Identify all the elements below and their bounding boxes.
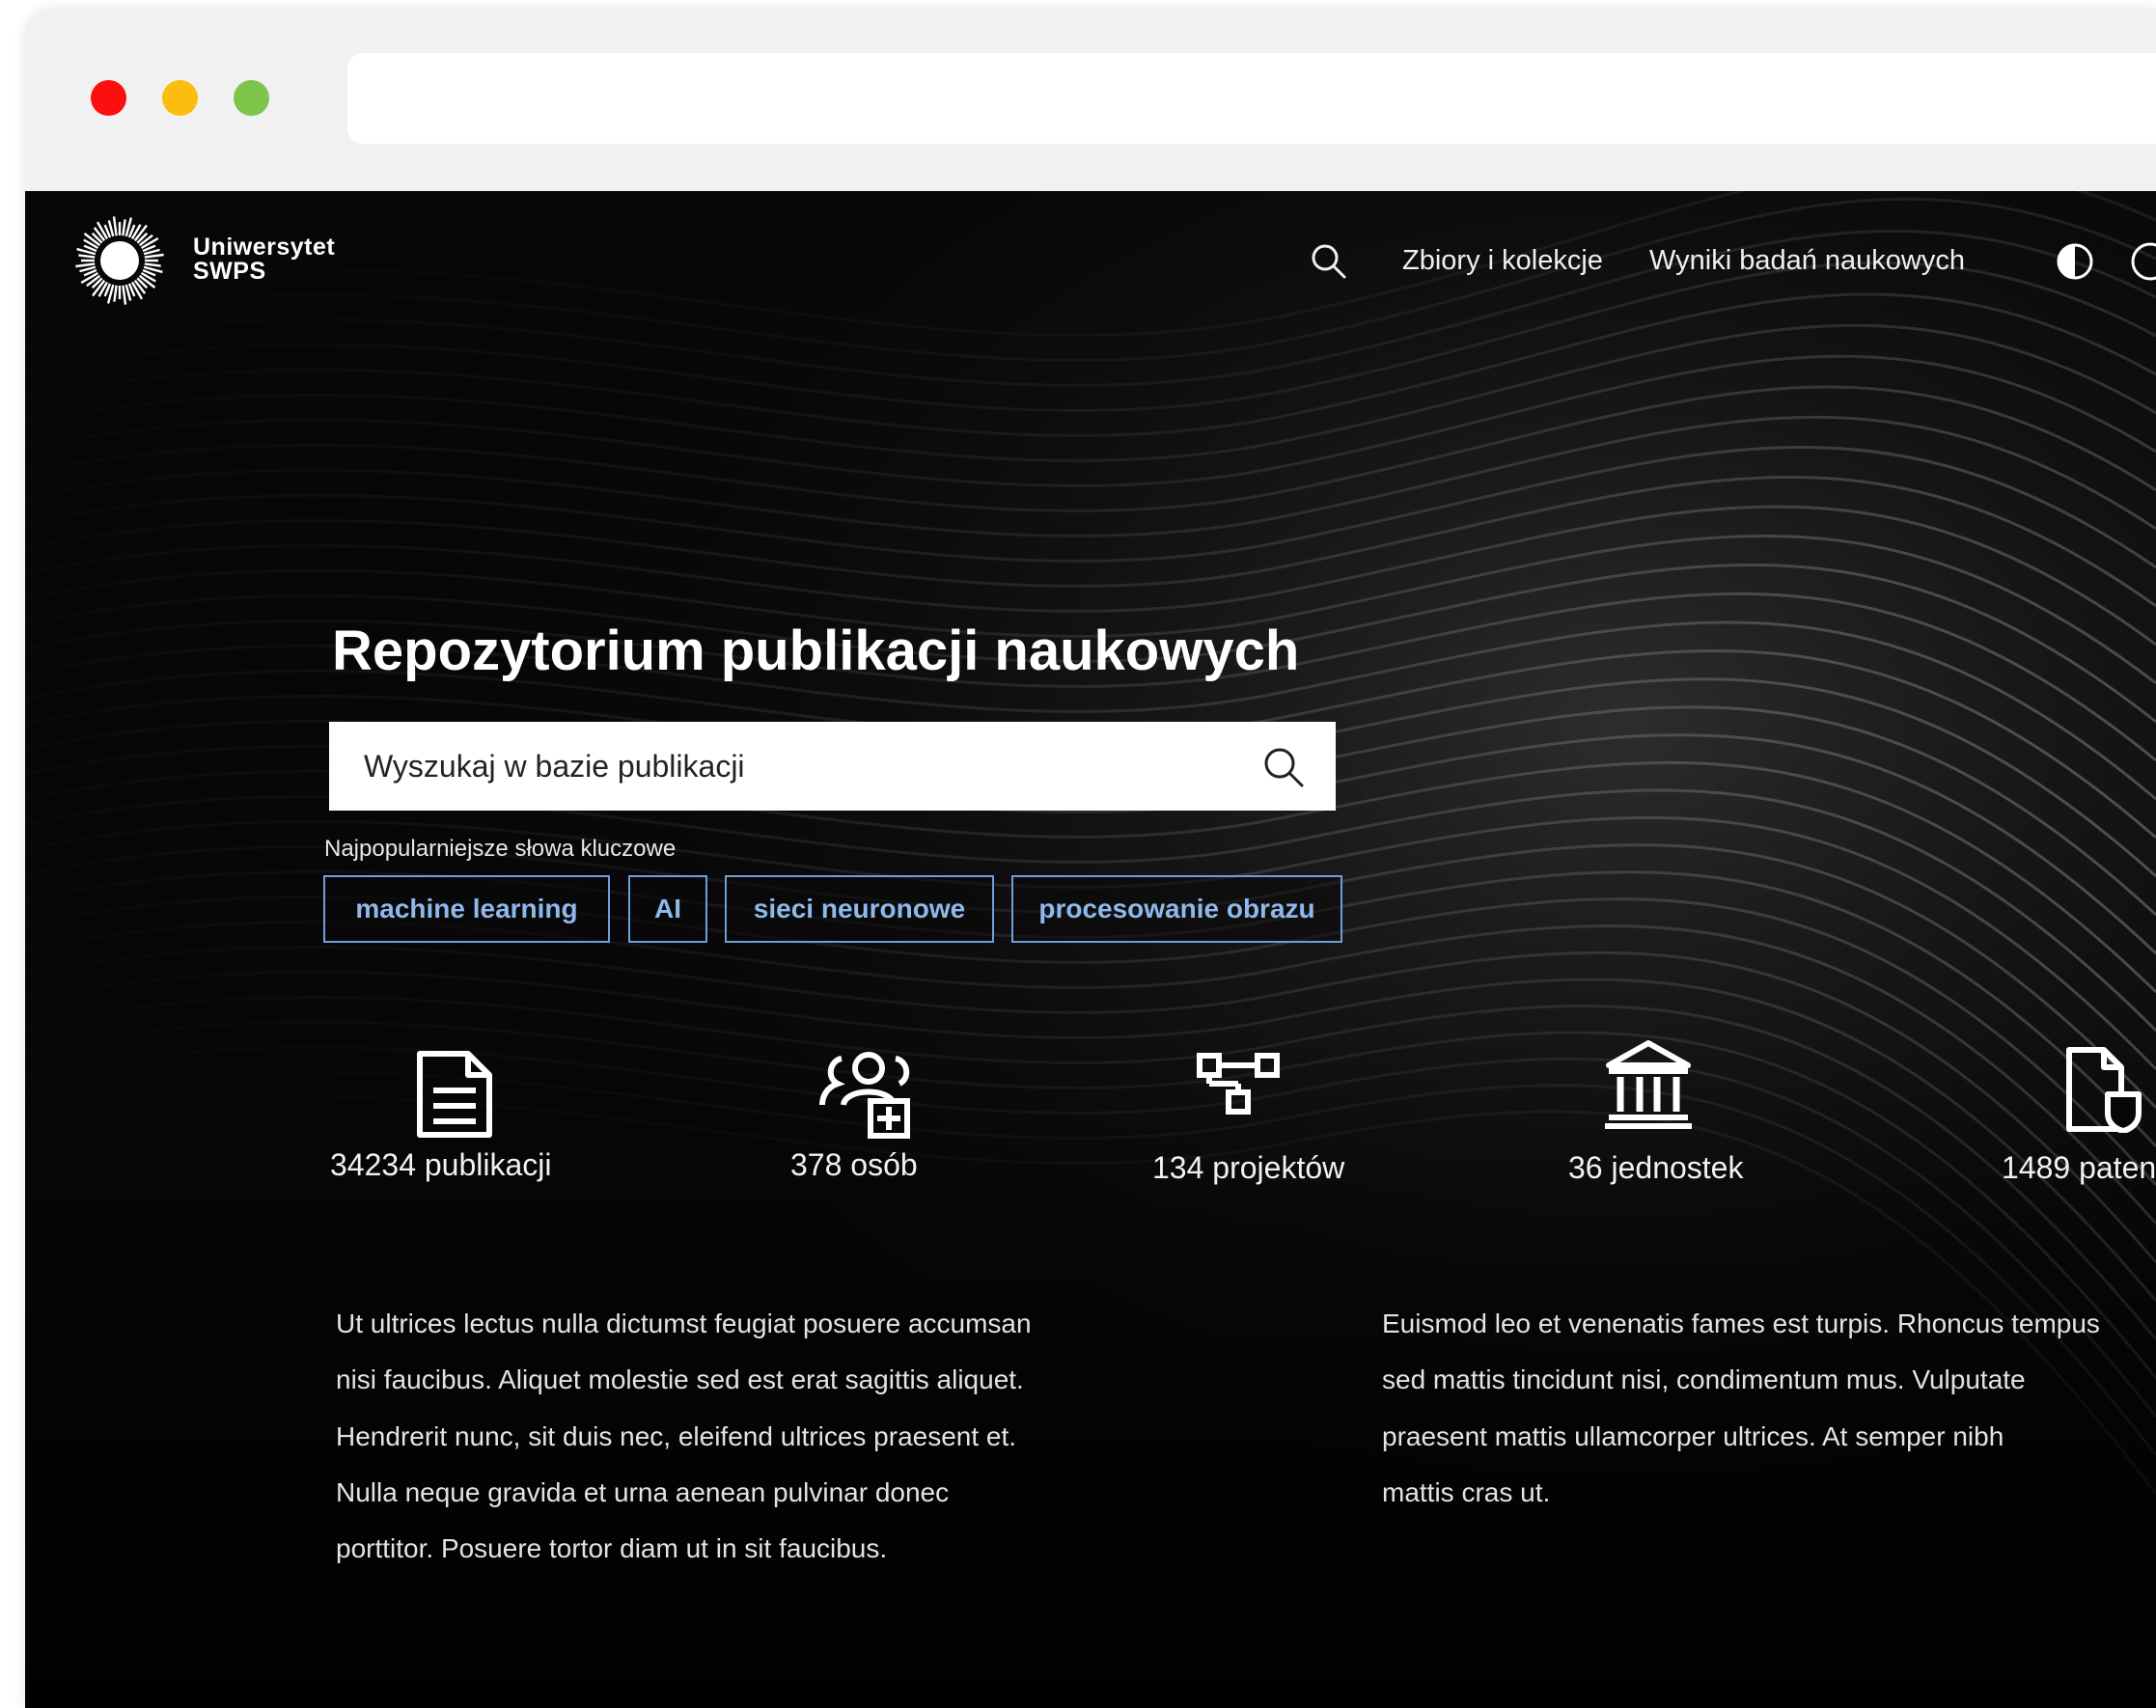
keywords-label: Najpopularniejsze słowa kluczowe: [324, 836, 677, 862]
intro-left-paragraph: Ut ultrices lectus nulla dictumst feugia…: [336, 1296, 1032, 1577]
search-submit-icon[interactable]: [1261, 745, 1306, 789]
browser-window: Uniwersytet SWPS Zbiory i kolekcje Wynik…: [25, 8, 2156, 1708]
people-icon: [819, 1052, 910, 1139]
intro-right-paragraph: Euismod leo et venenatis fames est turpi…: [1382, 1296, 2100, 1521]
intro-left-line: Ut ultrices lectus nulla dictumst feugia…: [336, 1309, 1032, 1338]
web-page: Uniwersytet SWPS Zbiory i kolekcje Wynik…: [25, 191, 2156, 1708]
search-input[interactable]: [329, 722, 1256, 811]
search-box: [329, 722, 1336, 811]
intro-left-line: Hendrerit nunc, sit duis nec, eleifend u…: [336, 1420, 1017, 1451]
search-icon[interactable]: [1309, 241, 1347, 280]
maximize-window-button[interactable]: [234, 80, 269, 116]
network-icon: [1197, 1053, 1280, 1115]
intro-right-line: praesent mattis ullamcorper ultrices. At…: [1382, 1420, 2004, 1451]
keyword-chip-image-processing[interactable]: procesowanie obrazu: [1011, 875, 1342, 943]
stat-units[interactable]: 36 jednostek: [1568, 1148, 1743, 1187]
keyword-chip-neural-networks[interactable]: sieci neuronowe: [725, 875, 994, 943]
intro-right-line: sed mattis tincidunt nisi, condimentum m…: [1382, 1364, 2026, 1395]
intro-left-line: porttitor. Posuere tortor diam ut in sit…: [336, 1533, 888, 1564]
patent-icon: [2066, 1047, 2142, 1133]
brand-name[interactable]: Uniwersytet SWPS: [193, 235, 335, 284]
intro-left-line: Nulla neque gravida et urna aenean pulvi…: [336, 1476, 950, 1507]
keyword-chip-ai[interactable]: AI: [628, 875, 707, 943]
stat-people[interactable]: 378 osób: [790, 1145, 918, 1184]
stat-patents[interactable]: 1489 patent: [2002, 1148, 2156, 1187]
minimize-window-button[interactable]: [162, 80, 198, 116]
brand-line-1: Uniwersytet: [193, 234, 336, 261]
brand-line-2: SWPS: [193, 258, 266, 285]
document-icon: [417, 1051, 492, 1138]
intro-left-line: nisi faucibus. Aliquet molestie sed est …: [336, 1364, 1024, 1395]
page-title: Repozytorium publikacji naukowych: [332, 620, 1300, 682]
browser-toolbar: [25, 8, 2156, 189]
address-bar[interactable]: [347, 53, 2156, 144]
contrast-icon[interactable]: [2056, 242, 2094, 281]
close-window-button[interactable]: [91, 80, 126, 116]
institution-icon: [1605, 1040, 1692, 1129]
language-icon[interactable]: [2129, 240, 2156, 283]
nav-link-collections[interactable]: Zbiory i kolekcje: [1402, 241, 1603, 280]
nav-link-research-results[interactable]: Wyniki badań naukowych: [1649, 241, 1965, 280]
stat-projects[interactable]: 134 projektów: [1152, 1148, 1344, 1187]
university-logo[interactable]: [62, 212, 178, 309]
stat-publications[interactable]: 34234 publikacji: [330, 1145, 552, 1184]
keyword-chip-machine-learning[interactable]: machine learning: [323, 875, 610, 943]
intro-right-line: mattis cras ut.: [1382, 1476, 1551, 1507]
intro-right-line: Euismod leo et venenatis fames est turpi…: [1382, 1309, 2100, 1338]
